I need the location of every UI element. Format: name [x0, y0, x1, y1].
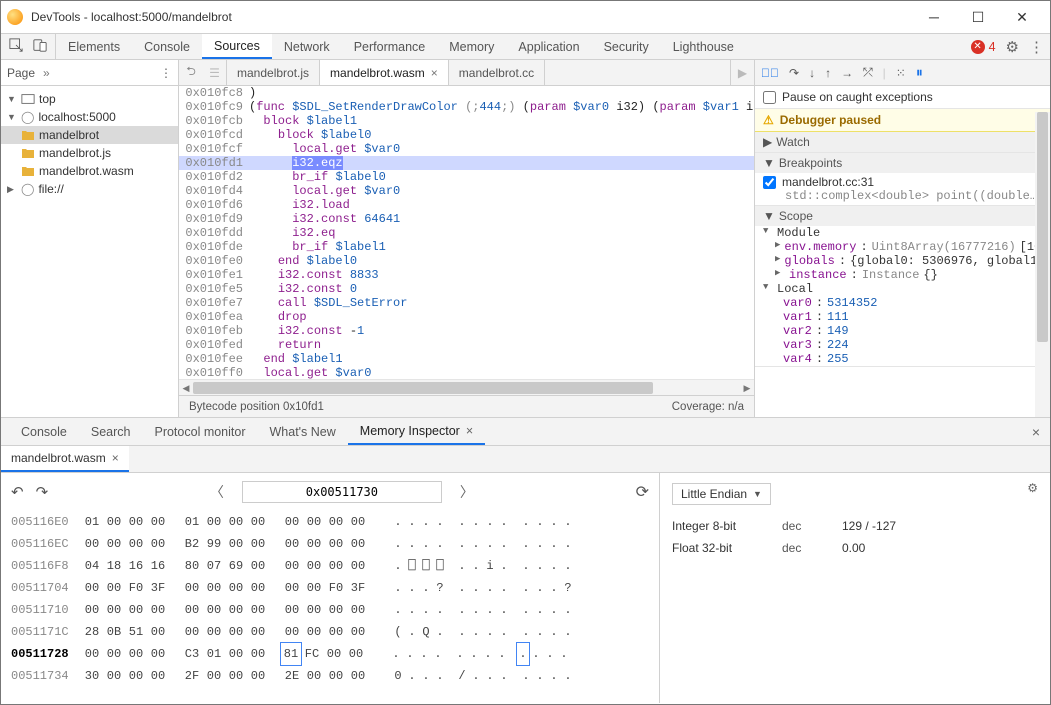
step-over-icon[interactable]: ↷ — [789, 66, 799, 80]
scope-local-var[interactable]: var2: 149 — [755, 324, 1050, 338]
warning-icon: ⚠ — [763, 113, 774, 127]
tab-console[interactable]: Console — [132, 34, 202, 59]
tab-lighthouse[interactable]: Lighthouse — [661, 34, 746, 59]
drawer-tab-search[interactable]: Search — [79, 418, 143, 445]
resume-icon[interactable]: ▶⃓ — [761, 66, 779, 80]
file-nav-next-icon[interactable]: ▶ — [730, 60, 754, 85]
scope-instance[interactable]: ▶instance: Instance {} — [755, 268, 1050, 282]
device-toggle-icon[interactable] — [33, 38, 47, 55]
tree-top-2[interactable]: ▼top — [1, 90, 178, 108]
file-nav-list-icon[interactable]: ☰ — [203, 60, 227, 85]
drawer-tab-protocol[interactable]: Protocol monitor — [142, 418, 257, 445]
filetab-mandelbrot-cc[interactable]: mandelbrot.cc — [449, 60, 545, 85]
status-coverage: Coverage: n/a — [672, 401, 744, 413]
pause-caught-label: Pause on caught exceptions — [782, 90, 933, 104]
tab-elements[interactable]: Elements — [56, 34, 132, 59]
drawer-tab-whatsnew[interactable]: What's New — [258, 418, 348, 445]
filetab-mandelbrot-js[interactable]: mandelbrot.js — [227, 60, 320, 85]
close-button[interactable]: ✕ — [1000, 2, 1044, 32]
more-icon[interactable]: ⋮ — [1029, 38, 1044, 56]
mi-subtab[interactable]: mandelbrot.wasm× — [1, 446, 129, 472]
close-tab-icon[interactable]: × — [466, 424, 473, 438]
drawer-tab-console[interactable]: Console — [9, 418, 79, 445]
redo-icon[interactable]: ↷ — [36, 483, 49, 501]
pause-icon[interactable]: ⏸ — [916, 64, 923, 81]
scope-local-var[interactable]: var3: 224 — [755, 338, 1050, 352]
scope-local-var[interactable]: var0: 5314352 — [755, 296, 1050, 310]
deactivate-bp-icon[interactable]: ⤱ — [863, 65, 873, 80]
errors-badge[interactable]: ✕4 — [971, 40, 996, 54]
tree-host-2[interactable]: ▼◯localhost:5000 — [1, 108, 178, 126]
bp-file[interactable]: mandelbrot.cc:31 — [782, 175, 874, 189]
refresh-icon[interactable]: ⟳ — [636, 482, 649, 502]
pause-caught-checkbox[interactable] — [763, 91, 776, 104]
step-out-icon[interactable]: ↑ — [825, 66, 831, 80]
tree-file-scheme-2[interactable]: ▶◯file:// — [1, 180, 178, 198]
window-title: DevTools - localhost:5000/mandelbrot — [31, 10, 912, 24]
status-bytecode-pos: Bytecode position 0x10fd1 — [189, 401, 324, 413]
breakpoints-section[interactable]: ▼Breakpoints — [755, 153, 1050, 173]
mi-value-row: Float 32-bitdec0.00 — [672, 537, 1038, 559]
drawer-close-icon[interactable]: × — [1022, 418, 1050, 445]
right-vscrollbar[interactable] — [1035, 112, 1050, 417]
nav-menu-icon-2[interactable]: ⋮ — [160, 66, 172, 80]
close-tab-icon[interactable]: × — [112, 451, 119, 465]
scope-local-var[interactable]: var4: 255 — [755, 352, 1050, 366]
tab-network[interactable]: Network — [272, 34, 342, 59]
close-tab-icon[interactable]: × — [431, 66, 438, 80]
addr-next-icon[interactable]: 〉 — [454, 482, 480, 502]
bp-detail: std::complex<double> point((double)x … — [763, 189, 1042, 203]
file-nav-prev-icon[interactable]: ⮌ — [179, 60, 203, 85]
tree-item-mandelbrot-js[interactable]: mandelbrot.js — [1, 144, 178, 162]
scope-local[interactable]: ▼Local — [755, 282, 1050, 296]
mi-settings-icon[interactable]: ⚙ — [1027, 481, 1038, 495]
tab-sources[interactable]: Sources — [202, 34, 272, 59]
filetab-mandelbrot-wasm[interactable]: mandelbrot.wasm× — [320, 60, 449, 85]
code-hscrollbar[interactable]: ◀▶ — [179, 379, 754, 395]
nav-page-label-2[interactable]: Page — [7, 66, 35, 80]
inspect-icon[interactable] — [9, 38, 23, 55]
tab-performance[interactable]: Performance — [342, 34, 438, 59]
addr-prev-icon[interactable]: 〈 — [204, 482, 230, 502]
debugger-banner: Debugger paused — [780, 113, 881, 127]
scope-env-memory[interactable]: ▶env.memory: env.memory: Uint8Array(1677… — [755, 240, 1050, 254]
bp-checkbox[interactable] — [763, 176, 776, 189]
minimize-button[interactable]: ─ — [912, 2, 956, 32]
scope-globals[interactable]: ▶globals: {global0: 5306976, global1: 65… — [755, 254, 1050, 268]
step-into-icon[interactable]: ↓ — [809, 66, 815, 80]
settings-icon[interactable]: ⚙ — [1006, 38, 1019, 56]
drawer-tab-memory-inspector[interactable]: Memory Inspector× — [348, 418, 485, 445]
app-icon — [7, 9, 23, 25]
tree-item-mandelbrot-wasm[interactable]: mandelbrot.wasm — [1, 162, 178, 180]
maximize-button[interactable]: ☐ — [956, 2, 1000, 32]
scope-section[interactable]: ▼Scope — [755, 206, 1050, 226]
step-icon[interactable]: → — [841, 66, 853, 80]
endian-select[interactable]: Little Endian▼ — [672, 483, 771, 505]
nav-more-icon-2[interactable]: » — [43, 66, 50, 80]
watch-section[interactable]: ▶Watch — [755, 132, 1050, 152]
mi-value-row: Integer 8-bitdec129 / -127 — [672, 515, 1038, 537]
undo-icon[interactable]: ↶ — [11, 483, 24, 501]
scope-module[interactable]: ▼Module — [755, 226, 1050, 240]
tab-memory[interactable]: Memory — [437, 34, 506, 59]
scope-local-var[interactable]: var1: 111 — [755, 310, 1050, 324]
tree-item-mandelbrot[interactable]: mandelbrot — [1, 126, 178, 144]
async-icon[interactable]: ⁙ — [896, 66, 906, 80]
code-viewer[interactable]: 0x010fc8)0x010fc9(func $SDL_SetRenderDra… — [179, 86, 754, 379]
tab-security[interactable]: Security — [592, 34, 661, 59]
tab-application[interactable]: Application — [506, 34, 591, 59]
address-input[interactable] — [242, 481, 442, 503]
hex-viewer[interactable]: 005116E0010000000100000000000000........… — [11, 511, 649, 687]
